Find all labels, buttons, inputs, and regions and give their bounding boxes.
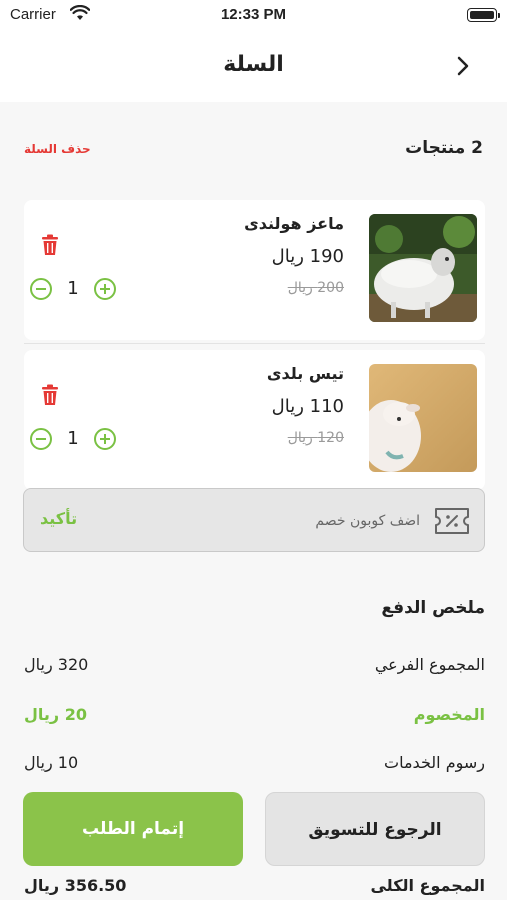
- trash-icon[interactable]: [40, 234, 60, 256]
- subtotal-label: المجموع الفرعي: [374, 655, 485, 674]
- clock: 12:33 PM: [220, 6, 287, 23]
- total-value: 356.50 ريال: [24, 876, 127, 895]
- continue-shopping-button[interactable]: الرجوع للتسويق: [265, 792, 485, 866]
- item-price: 190 ريال: [271, 246, 344, 267]
- item-name: ماعز هولندى: [244, 214, 344, 233]
- cart-item: ماعز هولندى 190 ريال 200 ريال 1: [24, 200, 485, 340]
- coupon-box: تأكيد: [23, 488, 485, 552]
- page-title: السلة: [223, 52, 284, 77]
- discount-label: المخصوم: [413, 705, 485, 724]
- battery-icon: [467, 8, 500, 22]
- cart-item-count: 2 منتجات: [405, 138, 483, 158]
- discount-row: المخصوم 20 ريال: [24, 705, 485, 731]
- divider: [24, 343, 485, 344]
- service-fees-label: رسوم الخدمات: [384, 753, 485, 772]
- total-row: المجموع الكلى 356.50 ريال: [24, 876, 485, 900]
- plus-icon[interactable]: [94, 428, 116, 450]
- item-old-price: 120 ريال: [287, 430, 344, 446]
- quantity-value: 1: [67, 428, 79, 449]
- plus-icon[interactable]: [94, 278, 116, 300]
- item-price: 110 ريال: [271, 396, 344, 417]
- checkout-button[interactable]: إتمام الطلب: [23, 792, 243, 866]
- cart-item: تيس بلدى 110 ريال 120 ريال 1: [24, 350, 485, 490]
- chevron-right-icon[interactable]: [451, 54, 475, 78]
- subtotal-row: المجموع الفرعي 320 ريال: [24, 655, 485, 681]
- minus-icon[interactable]: [30, 428, 52, 450]
- item-name: تيس بلدى: [266, 364, 344, 383]
- trash-icon[interactable]: [40, 384, 60, 406]
- coupon-input[interactable]: [180, 507, 420, 535]
- clear-cart-link[interactable]: حذف السلة: [24, 142, 91, 156]
- sheep-photo: [369, 214, 477, 322]
- nav-bar: السلة: [0, 32, 507, 102]
- subtotal-value: 320 ريال: [24, 655, 89, 674]
- discount-value: 20 ريال: [24, 705, 87, 724]
- total-label: المجموع الكلى: [370, 876, 485, 895]
- minus-icon[interactable]: [30, 278, 52, 300]
- coupon-ticket-icon: [435, 508, 469, 534]
- quantity-stepper: 1: [30, 278, 130, 302]
- service-fees-row: رسوم الخدمات 10 ريال: [24, 753, 485, 779]
- lamb-photo: [369, 364, 477, 472]
- cart-header: 2 منتجات حذف السلة: [24, 134, 483, 164]
- quantity-stepper: 1: [30, 428, 130, 452]
- status-bar: Carrier 12:33 PM: [0, 0, 507, 32]
- coupon-confirm-button[interactable]: تأكيد: [40, 509, 77, 528]
- item-old-price: 200 ريال: [287, 280, 344, 296]
- service-fees-value: 10 ريال: [24, 753, 79, 772]
- quantity-value: 1: [67, 278, 79, 299]
- payment-summary-title: ملخص الدفع: [381, 598, 485, 618]
